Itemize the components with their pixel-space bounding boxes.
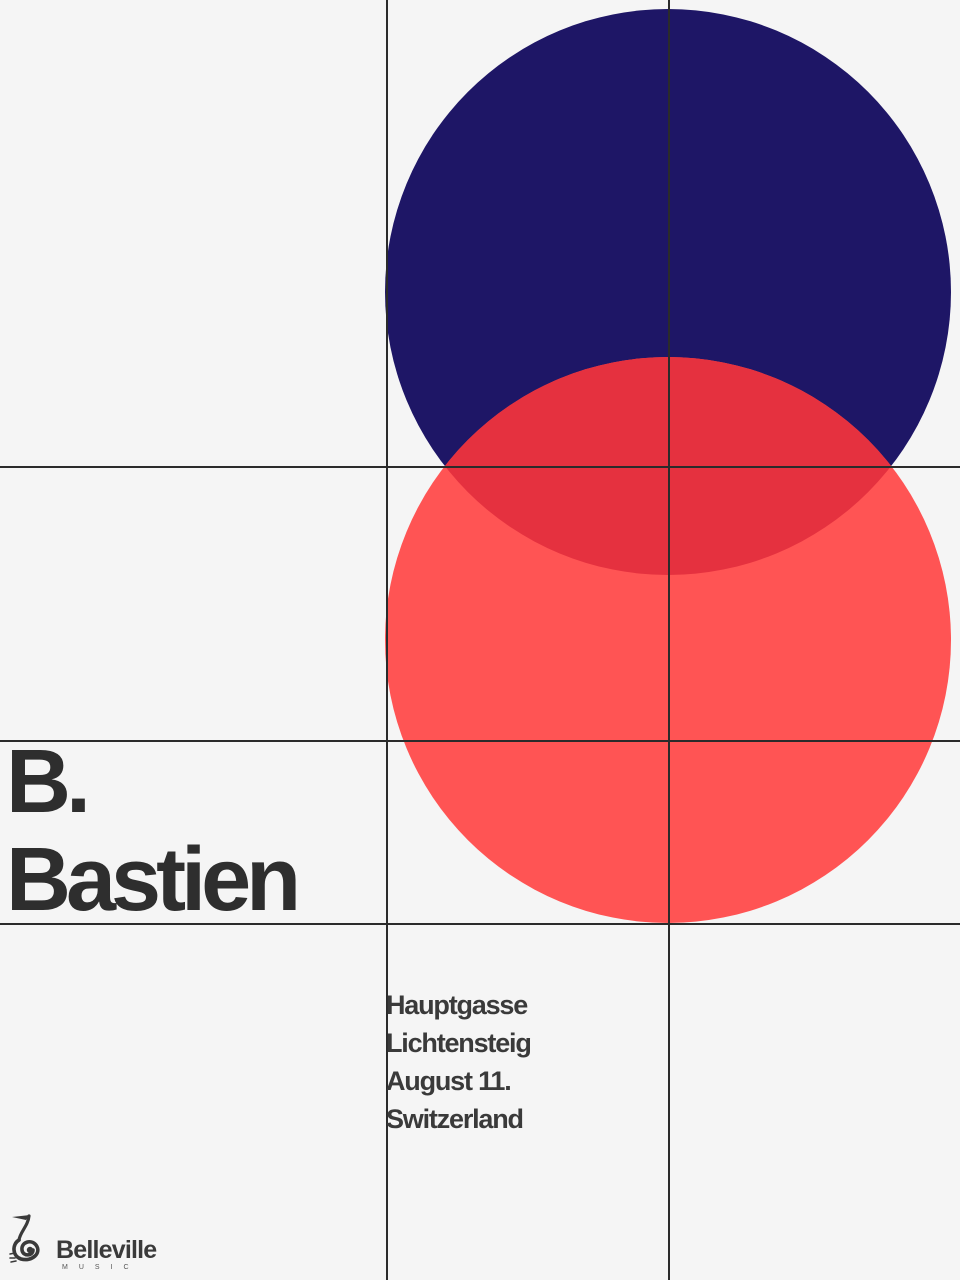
event-date: August 11. bbox=[386, 1066, 512, 1096]
event-country: Switzerland bbox=[386, 1104, 524, 1134]
belleville-logo: Belleville MUSIC bbox=[8, 1212, 208, 1276]
grid-line-horizontal-top bbox=[0, 466, 960, 468]
poster: B. Bastien Hauptgasse Lichtensteig Augus… bbox=[0, 0, 960, 1280]
grid-line-vertical-center bbox=[668, 0, 670, 1280]
event-details: Hauptgasse Lichtensteig August 11. Switz… bbox=[386, 986, 532, 1138]
artist-surname: Bastien bbox=[6, 830, 301, 930]
event-town: Lichtensteig bbox=[386, 1028, 532, 1058]
artist-name: B. Bastien bbox=[6, 732, 301, 930]
artist-initial: B. bbox=[6, 732, 91, 832]
logo-wordmark: Belleville bbox=[56, 1236, 157, 1264]
event-street: Hauptgasse bbox=[386, 990, 528, 1020]
logo-subtitle: MUSIC bbox=[62, 1264, 140, 1271]
treble-clef-icon bbox=[9, 1214, 40, 1263]
